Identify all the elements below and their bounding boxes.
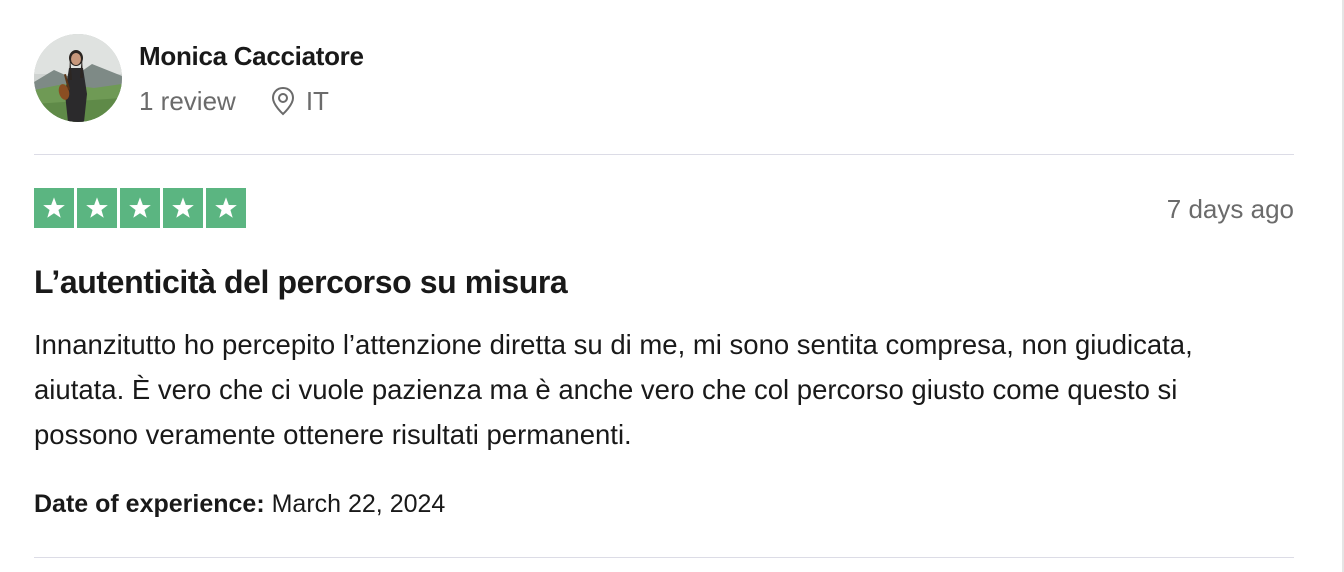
review-card: Monica Cacciatore 1 review IT 7 days ago… [34, 0, 1294, 572]
review-count[interactable]: 1 review [139, 86, 236, 117]
star-icon [163, 188, 203, 228]
experience-date: March 22, 2024 [271, 490, 446, 518]
review-title[interactable]: L’autenticità del percorso su misura [34, 264, 568, 301]
divider [34, 154, 1294, 155]
consumer-country: IT [305, 85, 329, 116]
avatar-photo [34, 34, 122, 122]
date-of-experience: Date of experience: March 22, 2024 [34, 490, 445, 519]
star-rating [34, 188, 246, 228]
consumer-name[interactable]: Monica Cacciatore [139, 41, 364, 72]
review-body: Innanzitutto ho percepito l’attenzione d… [34, 329, 1193, 450]
location-pin-icon [270, 86, 296, 116]
star-icon [206, 188, 246, 228]
star-icon [120, 188, 160, 228]
review-date: 7 days ago [1166, 194, 1294, 224]
divider [34, 557, 1294, 558]
avatar[interactable] [34, 34, 122, 122]
experience-label: Date of experience: [34, 490, 265, 518]
consumer-meta: 1 review IT [139, 86, 329, 116]
star-icon [77, 188, 117, 228]
star-icon [34, 188, 74, 228]
consumer-info: Monica Cacciatore 1 review IT [34, 34, 1294, 124]
